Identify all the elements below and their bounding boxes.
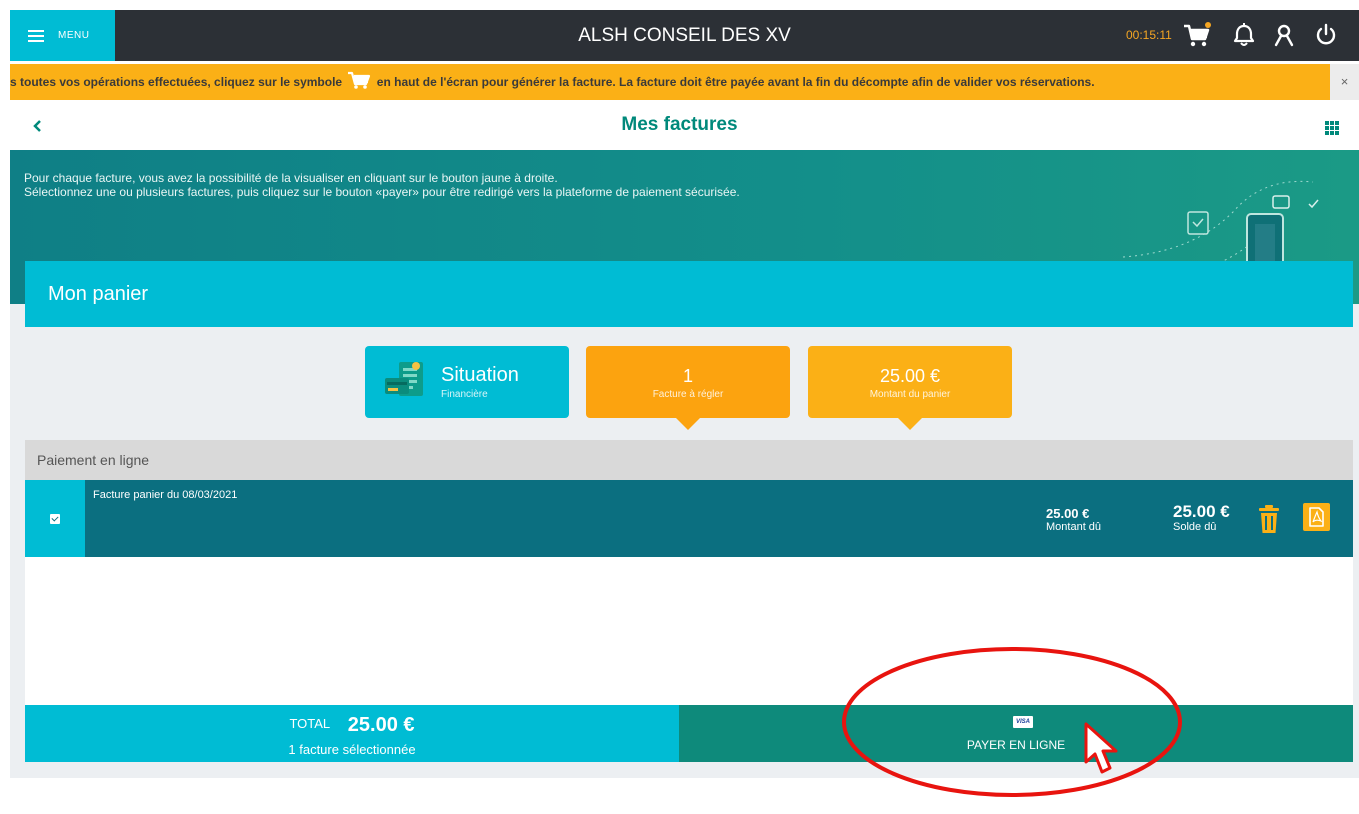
balance-due-label: Solde dû [1173, 521, 1217, 533]
total-value: 25.00 € [347, 714, 415, 736]
info-banner: s toutes vos opérations effectuées, cliq… [10, 64, 1359, 100]
selected-invoices-count: 1 facture sélectionnée [288, 742, 416, 757]
page-title: Mes factures [621, 114, 738, 135]
situation-title: Situation [441, 364, 519, 386]
hero-line-2: Sélectionnez une ou plusieurs factures, … [24, 185, 740, 199]
cart-icon [348, 71, 371, 89]
user-icon[interactable] [1272, 22, 1298, 48]
pay-online-button[interactable]: VISA PAYER EN LIGNE [679, 705, 1353, 762]
total-label: TOTAL [289, 716, 331, 731]
delete-invoice-button[interactable] [1257, 503, 1281, 535]
menu-button[interactable]: MENU [10, 10, 115, 61]
amount-due-value: 25.00 € [1046, 506, 1090, 521]
pay-online-label: PAYER EN LIGNE [966, 738, 1066, 752]
hero-line-1: Pour chaque facture, vous avez la possib… [24, 171, 558, 185]
invoice-label: Facture panier du 08/03/2021 [93, 489, 238, 501]
cart-section-title: Mon panier [25, 261, 1353, 327]
balance-due: 25.00 € Solde dû [1173, 502, 1230, 533]
invoice-count: 1 [682, 366, 693, 386]
invoice-select-checkbox[interactable] [25, 480, 85, 557]
amount-due-label: Montant dû [1046, 521, 1102, 533]
invoice-list-empty-area [25, 557, 1353, 705]
trash-icon [1259, 505, 1279, 533]
pdf-icon [1309, 507, 1324, 527]
card-pointer [898, 418, 922, 430]
total-line: TOTAL 25.00 € [25, 714, 679, 737]
view-pdf-button[interactable] [1303, 503, 1330, 531]
visa-card-icon: VISA [1013, 716, 1033, 728]
total-summary: TOTAL 25.00 € 1 facture sélectionnée [25, 705, 679, 762]
banner-text-start: s toutes vos opérations effectuées, cliq… [10, 75, 343, 89]
financial-situation-card[interactable]: Situation Financière [365, 346, 569, 418]
invoice-count-label: Facture à régler [652, 389, 724, 400]
menu-label: MENU [58, 30, 90, 41]
page: MENU ALSH CONSEIL DES XV 00:15:11 s tout… [0, 0, 1359, 814]
cart-amount-label: Montant du panier [869, 389, 951, 400]
balance-due-value: 25.00 € [1173, 502, 1230, 521]
situation-subtitle: Financière [441, 389, 488, 400]
cart-icon[interactable] [1182, 22, 1211, 48]
power-icon[interactable] [1314, 22, 1340, 48]
cart-amount: 25.00 € [879, 366, 941, 386]
top-bar: MENU ALSH CONSEIL DES XV 00:15:11 [10, 10, 1359, 61]
banner-text: s toutes vos opérations effectuées, cliq… [10, 64, 1095, 100]
close-banner-button[interactable]: × [1330, 64, 1359, 100]
hamburger-icon [28, 29, 44, 42]
invoices-to-pay-card: 1 Facture à régler [586, 346, 790, 430]
amount-due: 25.00 € Montant dû [1046, 506, 1101, 533]
hero-instructions: Pour chaque facture, vous avez la possib… [24, 171, 740, 199]
countdown-timer: 00:15:11 [1126, 28, 1172, 42]
card-pointer [676, 418, 700, 430]
banner-text-end: en haut de l'écran pour générer la factu… [376, 75, 1095, 89]
checkbox-checked-icon [50, 514, 60, 524]
online-payment-header: Paiement en ligne [25, 440, 1353, 480]
financial-document-icon [385, 362, 423, 396]
invoice-row: Facture panier du 08/03/2021 25.00 € Mon… [25, 480, 1353, 557]
cart-amount-card: 25.00 € Montant du panier [808, 346, 1012, 430]
bell-icon[interactable] [1232, 22, 1258, 48]
grid-icon[interactable] [1325, 121, 1339, 135]
